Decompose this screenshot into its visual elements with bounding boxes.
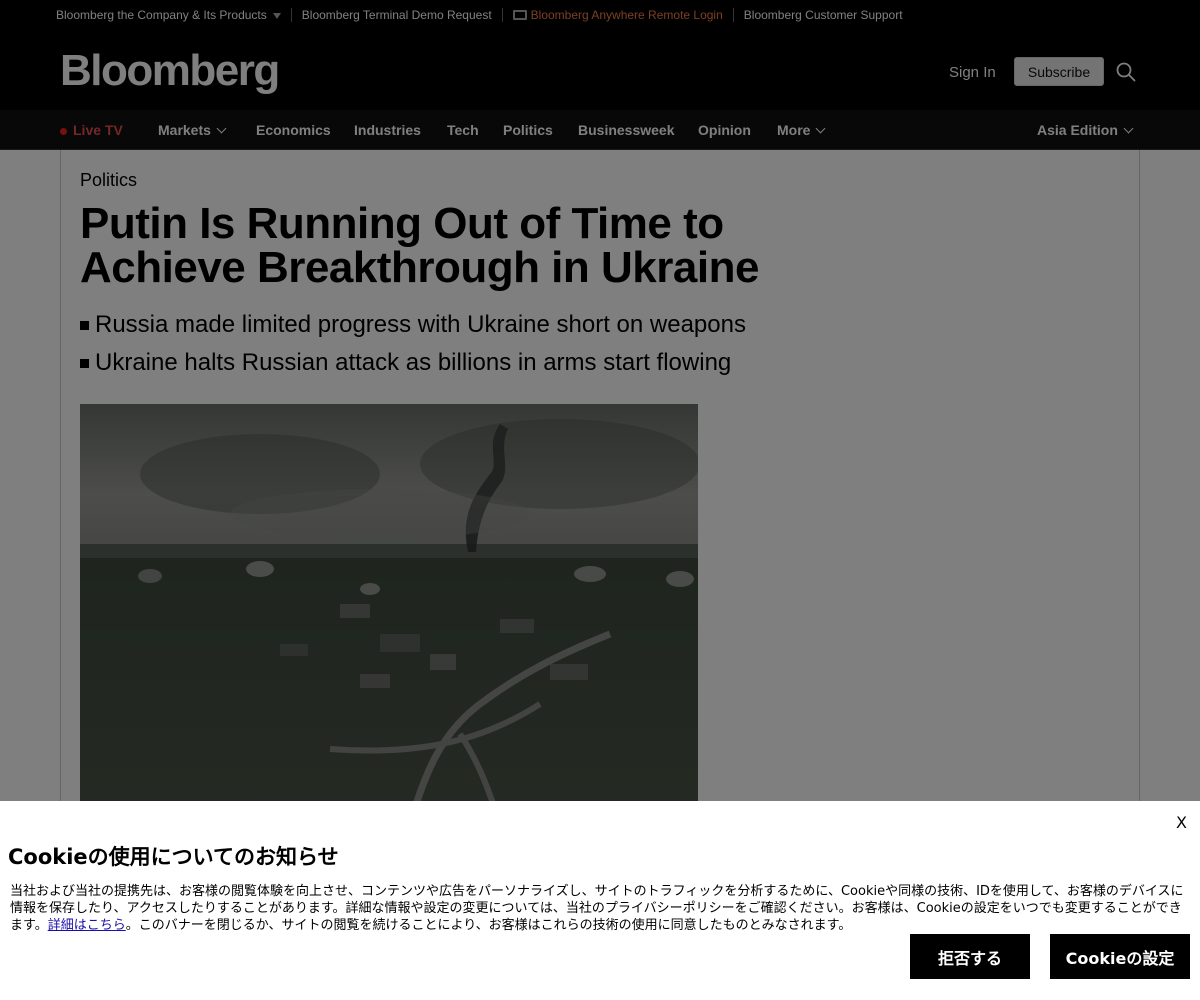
cookie-title: Cookieの使用についてのお知らせ (8, 845, 339, 869)
cookie-settings-button[interactable]: Cookieの設定 (1050, 934, 1190, 979)
cookie-description: 当社および当社の提携先は、お客様の閲覧体験を向上させ、コンテンツや広告をパーソナ… (10, 884, 1184, 933)
cookie-consent-banner: X Cookieの使用についてのお知らせ 当社および当社の提携先は、お客様の閲覧… (0, 801, 1200, 1000)
reject-button[interactable]: 拒否する (910, 934, 1030, 979)
close-button[interactable]: X (1176, 813, 1187, 832)
learn-more-link[interactable]: 詳細はこちら (48, 918, 126, 933)
